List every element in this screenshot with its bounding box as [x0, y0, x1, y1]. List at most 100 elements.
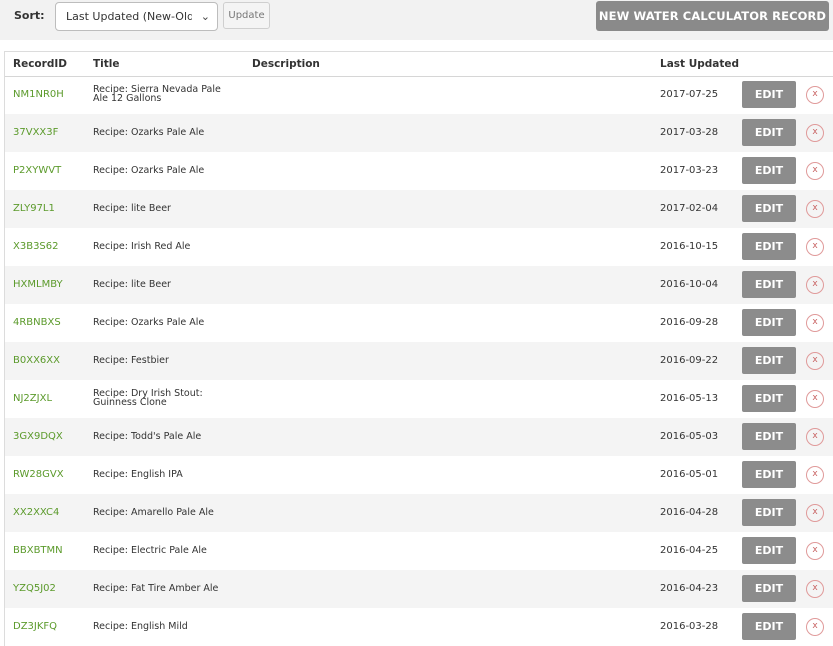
delete-icon[interactable]: x [806, 314, 824, 332]
record-last-updated: 2016-05-13 [660, 393, 719, 404]
delete-icon[interactable]: x [806, 504, 824, 522]
edit-button[interactable]: EDIT [742, 119, 796, 146]
delete-icon[interactable]: x [806, 618, 824, 636]
record-title: Recipe: Todd's Pale Ale [93, 431, 202, 442]
record-title: Recipe: Festbier [93, 355, 169, 366]
record-title: Recipe: Sierra Nevada Pale Ale 12 Gallon… [93, 84, 221, 104]
table-row: 37VXX3F Recipe: Ozarks Pale Ale 2017-03-28… [5, 114, 833, 152]
header-description: Description [252, 58, 320, 70]
record-last-updated: 2016-04-25 [660, 545, 719, 556]
record-id-link[interactable]: YZQ5J02 [13, 583, 56, 594]
delete-icon[interactable]: x [806, 276, 824, 294]
record-last-updated: 2016-10-04 [660, 279, 719, 290]
table-row: YZQ5J02 Recipe: Fat Tire Amber Ale 2016-04… [5, 570, 833, 608]
record-id-link[interactable]: NJ2ZJXL [13, 393, 52, 404]
record-last-updated: 2016-04-28 [660, 507, 719, 518]
record-last-updated: 2017-07-25 [660, 89, 719, 100]
delete-icon[interactable]: x [806, 580, 824, 598]
record-title: Recipe: lite Beer [93, 279, 171, 290]
record-id-link[interactable]: 3GX9DQX [13, 431, 63, 442]
table-row: ZLY97L1 Recipe: lite Beer 2017-02-04 EDIT x [5, 190, 833, 228]
record-id-link[interactable]: 4RBNBXS [13, 317, 61, 328]
record-title: Recipe: English Mild [93, 621, 188, 632]
table-row: NJ2ZJXL Recipe: Dry Irish Stout: Guinness… [5, 380, 833, 418]
edit-button[interactable]: EDIT [742, 575, 796, 602]
record-title: Recipe: Fat Tire Amber Ale [93, 583, 219, 594]
edit-button[interactable]: EDIT [742, 537, 796, 564]
edit-button[interactable]: EDIT [742, 271, 796, 298]
sort-select-value: Last Updated (New-Old) [66, 10, 192, 23]
record-last-updated: 2016-04-23 [660, 583, 719, 594]
record-last-updated: 2016-10-15 [660, 241, 719, 252]
sort-select[interactable]: Last Updated (New-Old) ⌄ [55, 2, 218, 31]
edit-button[interactable]: EDIT [742, 347, 796, 374]
delete-icon[interactable]: x [806, 542, 824, 560]
record-id-link[interactable]: NM1NR0H [13, 89, 64, 100]
table-row: 4RBNBXS Recipe: Ozarks Pale Ale 2016-09-28… [5, 304, 833, 342]
edit-button[interactable]: EDIT [742, 461, 796, 488]
record-title: Recipe: Ozarks Pale Ale [93, 165, 205, 176]
record-title: Recipe: Dry Irish Stout: Guinness Clone [93, 388, 203, 408]
record-id-link[interactable]: DZ3JKFQ [13, 621, 57, 632]
table-row: RW28GVX Recipe: English IPA 2016-05-01 EDIT… [5, 456, 833, 494]
edit-button[interactable]: EDIT [742, 195, 796, 222]
record-last-updated: 2016-09-28 [660, 317, 719, 328]
record-id-link[interactable]: RW28GVX [13, 469, 64, 480]
table-header: RecordID Title Description Last Updated [5, 52, 833, 77]
edit-button[interactable]: EDIT [742, 613, 796, 640]
record-id-link[interactable]: BBXBTMN [13, 545, 63, 556]
delete-icon[interactable]: x [806, 200, 824, 218]
record-id-link[interactable]: 37VXX3F [13, 127, 58, 138]
record-last-updated: 2016-05-03 [660, 431, 719, 442]
header-last-updated: Last Updated [660, 58, 740, 70]
delete-icon[interactable]: x [806, 466, 824, 484]
record-id-link[interactable]: X3B3S62 [13, 241, 59, 252]
edit-button[interactable]: EDIT [742, 499, 796, 526]
record-id-link[interactable]: B0XX6XX [13, 355, 60, 366]
table-row: X3B3S62 Recipe: Irish Red Ale 2016-10-15 ED… [5, 228, 833, 266]
table-row: DZ3JKFQ Recipe: English Mild 2016-03-28 EDI… [5, 608, 833, 646]
record-last-updated: 2016-09-22 [660, 355, 719, 366]
record-last-updated: 2016-03-28 [660, 621, 719, 632]
edit-button[interactable]: EDIT [742, 423, 796, 450]
records-table: RecordID Title Description Last Updated … [4, 51, 833, 646]
delete-icon[interactable]: x [806, 352, 824, 370]
record-id-link[interactable]: HXMLMBY [13, 279, 63, 290]
record-title: Recipe: Electric Pale Ale [93, 545, 207, 556]
table-row: BBXBTMN Recipe: Electric Pale Ale 2016-04-… [5, 532, 833, 570]
record-id-link[interactable]: XX2XXC4 [13, 507, 59, 518]
record-last-updated: 2017-02-04 [660, 203, 719, 214]
table-row: XX2XXC4 Recipe: Amarello Pale Ale 2016-04-… [5, 494, 833, 532]
sort-label: Sort: [14, 9, 45, 22]
table-row: HXMLMBY Recipe: lite Beer 2016-10-04 EDIT x [5, 266, 833, 304]
delete-icon[interactable]: x [806, 428, 824, 446]
record-title: Recipe: lite Beer [93, 203, 171, 214]
record-title: Recipe: Amarello Pale Ale [93, 507, 214, 518]
delete-icon[interactable]: x [806, 390, 824, 408]
record-last-updated: 2017-03-23 [660, 165, 719, 176]
edit-button[interactable]: EDIT [742, 309, 796, 336]
table-row: NM1NR0H Recipe: Sierra Nevada Pale Ale 12… [5, 76, 833, 114]
toolbar: Sort: Last Updated (New-Old) ⌄ Update NE… [0, 0, 833, 40]
table-row: B0XX6XX Recipe: Festbier 2016-09-22 EDIT x [5, 342, 833, 380]
record-title: Recipe: Ozarks Pale Ale [93, 317, 205, 328]
chevron-down-icon: ⌄ [200, 10, 210, 23]
delete-icon[interactable]: x [806, 238, 824, 256]
edit-button[interactable]: EDIT [742, 385, 796, 412]
edit-button[interactable]: EDIT [742, 81, 796, 108]
header-title: Title [93, 58, 120, 70]
new-record-button[interactable]: NEW WATER CALCULATOR RECORD [596, 1, 829, 31]
record-title: Recipe: Ozarks Pale Ale [93, 127, 205, 138]
edit-button[interactable]: EDIT [742, 157, 796, 184]
table-row: 3GX9DQX Recipe: Todd's Pale Ale 2016-05-03… [5, 418, 833, 456]
record-title: Recipe: English IPA [93, 469, 183, 480]
update-button[interactable]: Update [223, 2, 270, 29]
delete-icon[interactable]: x [806, 162, 824, 180]
delete-icon[interactable]: x [806, 86, 824, 104]
edit-button[interactable]: EDIT [742, 233, 796, 260]
record-id-link[interactable]: ZLY97L1 [13, 203, 55, 214]
delete-icon[interactable]: x [806, 124, 824, 142]
header-record-id: RecordID [13, 58, 67, 70]
table-row: P2XYWVT Recipe: Ozarks Pale Ale 2017-03-23… [5, 152, 833, 190]
record-id-link[interactable]: P2XYWVT [13, 165, 61, 176]
